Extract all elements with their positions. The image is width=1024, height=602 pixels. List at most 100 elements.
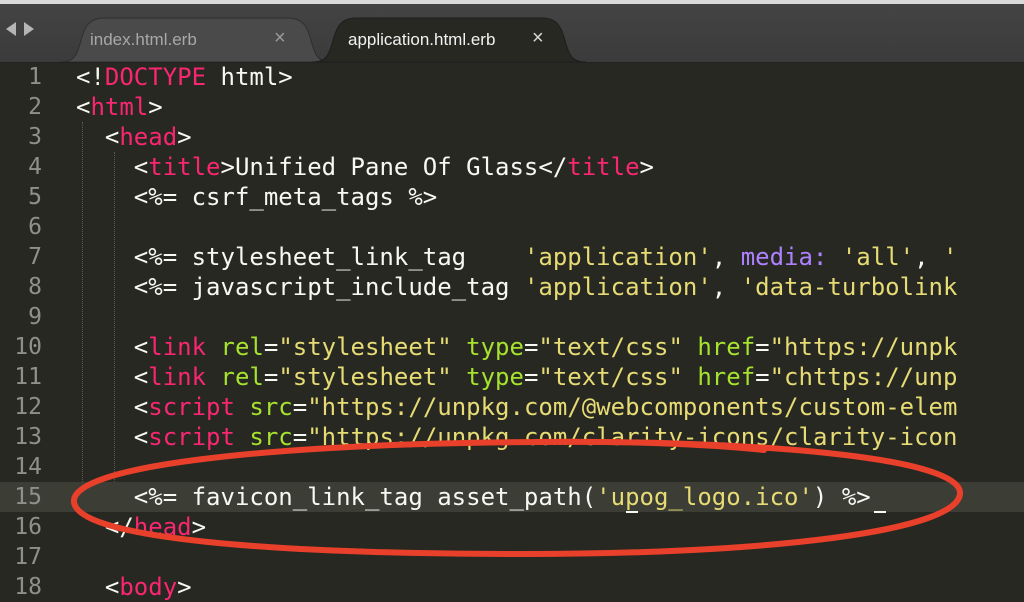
tab-bar: index.html.erb × application.html.erb × <box>0 0 1024 63</box>
code-line[interactable]: 4 <title>Unified Pane Of Glass</title> <box>0 152 1024 182</box>
code-text: <%= csrf_meta_tags %> <box>76 182 437 212</box>
tab-application-html-erb[interactable]: application.html.erb × <box>312 16 586 62</box>
code-text: <html> <box>76 92 163 122</box>
code-token: = <box>755 333 770 361</box>
code-token: head <box>133 513 192 541</box>
code-token: "https://unpk <box>769 333 958 361</box>
code-token: > <box>191 513 207 541</box>
code-token: </ <box>76 513 134 541</box>
code-line[interactable]: 5 <%= csrf_meta_tags %> <box>0 182 1024 212</box>
code-text: <head> <box>76 122 192 152</box>
code-line[interactable]: 14 <box>0 452 1024 482</box>
code-token: href <box>697 333 756 361</box>
code-token: src <box>249 423 293 451</box>
code-token: < <box>76 333 149 361</box>
code-token: "https://unpkg.com/clarity-icons/clarity… <box>307 423 958 451</box>
line-number: 2 <box>28 94 42 120</box>
title-strip <box>0 0 1024 4</box>
code-token: "https://unpkg.com/@webcomponents/custom… <box>307 393 958 421</box>
code-token: <%= javascript_include_tag <box>76 273 524 301</box>
previous-tab-icon[interactable] <box>6 22 16 36</box>
code-token: src <box>249 393 293 421</box>
close-tab-icon[interactable]: × <box>532 27 544 50</box>
code-token: = <box>523 363 539 391</box>
code-token: media: <box>740 243 828 271</box>
code-token: body <box>119 573 178 601</box>
code-line[interactable]: 2 <html> <box>0 92 1024 122</box>
code-token: < <box>76 423 149 451</box>
code-text: </head> <box>76 512 206 542</box>
line-number: 15 <box>14 484 42 510</box>
code-text: <title>Unified Pane Of Glass</title> <box>76 152 654 182</box>
code-text: <link rel="stylesheet" type="text/css" h… <box>76 362 958 392</box>
code-token: < <box>76 393 149 421</box>
code-token: <%= csrf_meta_tags %> <box>76 183 438 211</box>
code-token: rel <box>220 333 264 361</box>
code-token: title <box>148 153 221 181</box>
line-number: 8 <box>28 274 42 300</box>
code-token: < <box>76 153 149 181</box>
code-token: <! <box>76 63 105 91</box>
code-line[interactable]: 9 <box>0 302 1024 332</box>
line-number: 17 <box>14 544 42 570</box>
code-text: <!DOCTYPE html> <box>76 62 293 92</box>
line-number: 10 <box>14 334 42 360</box>
code-token: href <box>697 363 756 391</box>
code-line[interactable]: 8 <%= javascript_include_tag 'applicatio… <box>0 272 1024 302</box>
code-token: 'upog_logo.ico' <box>596 483 813 511</box>
code-token: head <box>119 123 178 151</box>
code-token: = <box>263 363 279 391</box>
code-token: = <box>292 393 308 421</box>
code-token: < <box>76 123 120 151</box>
code-line[interactable]: 3 <head> <box>0 122 1024 152</box>
code-line[interactable]: 1 <!DOCTYPE html> <box>0 62 1024 92</box>
tab-index-html-erb[interactable]: index.html.erb × <box>60 16 332 62</box>
code-token: <%= stylesheet_link_tag <box>76 243 524 271</box>
code-token: link <box>148 333 207 361</box>
close-tab-icon[interactable]: × <box>274 27 286 50</box>
code-line[interactable]: 10 <link rel="stylesheet" type="text/css… <box>0 332 1024 362</box>
code-line[interactable]: 13 <script src="https://unpkg.com/clarit… <box>0 422 1024 452</box>
line-number: 1 <box>28 64 42 90</box>
code-token: type <box>466 363 524 391</box>
bracket-match-marker <box>626 511 638 513</box>
code-line[interactable]: 6 <box>0 212 1024 242</box>
code-token: = <box>523 333 539 361</box>
code-token: script <box>148 393 235 421</box>
code-line[interactable]: 15 <%= favicon_link_tag asset_path('upog… <box>0 482 1024 512</box>
code-editor[interactable]: 1 <!DOCTYPE html> 2 <html> 3 <head> 4 <title>… <box>0 62 1024 601</box>
code-line[interactable]: 16 </head> <box>0 512 1024 542</box>
code-text: <script src="https://unpkg.com/clarity-i… <box>76 422 958 452</box>
code-line[interactable]: 7 <%= stylesheet_link_tag 'application',… <box>0 242 1024 272</box>
tab-label: application.html.erb <box>348 30 496 49</box>
code-token: ' <box>943 243 958 271</box>
next-tab-icon[interactable] <box>24 22 34 36</box>
code-text: <%= javascript_include_tag 'application'… <box>76 272 958 302</box>
code-token: > <box>639 153 654 181</box>
code-line[interactable]: 17 <box>0 542 1024 572</box>
code-token: > <box>148 93 163 121</box>
code-token: "stylesheet" <box>278 363 452 391</box>
code-token: title <box>567 153 640 181</box>
line-number: 3 <box>28 124 42 150</box>
line-number: 6 <box>28 214 42 240</box>
code-token: "chttps://unp <box>769 363 958 391</box>
code-token: , <box>914 243 943 271</box>
code-text: <script src="https://unpkg.com/@webcompo… <box>76 392 958 422</box>
code-line[interactable]: 12 <script src="https://unpkg.com/@webco… <box>0 392 1024 422</box>
code-line[interactable]: 18 <body> <box>0 572 1024 602</box>
line-number: 9 <box>28 304 42 330</box>
code-line[interactable]: 11 <link rel="stylesheet" type="text/css… <box>0 362 1024 392</box>
code-token: <%= favicon_link_tag asset_path( <box>76 483 597 511</box>
code-token: = <box>292 423 308 451</box>
code-token: link <box>148 363 207 391</box>
line-number: 13 <box>14 424 42 450</box>
